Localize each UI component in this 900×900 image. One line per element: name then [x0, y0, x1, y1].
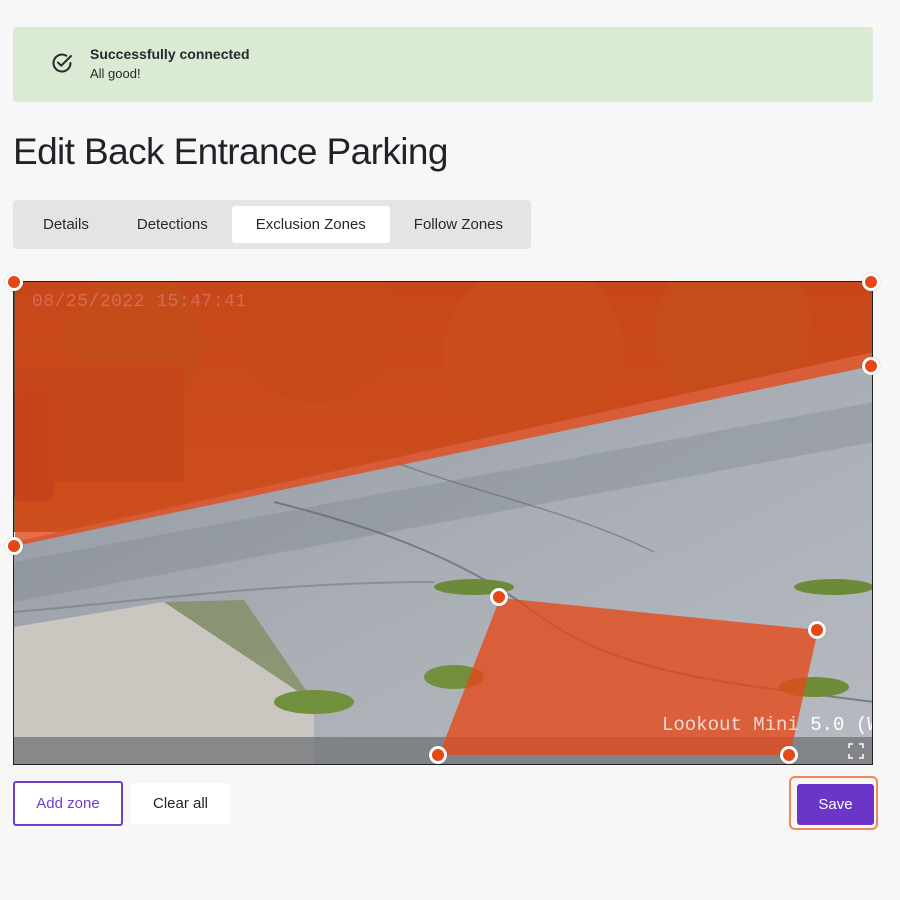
alert-texts: Successfully connected All good!	[90, 45, 250, 83]
zone-handle[interactable]	[5, 273, 23, 291]
zone-handle[interactable]	[429, 746, 447, 764]
zone-handle[interactable]	[808, 621, 826, 639]
camera-timestamp: 08/25/2022 15:47:41	[32, 292, 247, 312]
camera-snapshot	[14, 282, 872, 764]
zone-handle[interactable]	[490, 588, 508, 606]
tab-exclusion-zones[interactable]: Exclusion Zones	[231, 206, 390, 243]
alert-message: All good!	[90, 66, 141, 81]
tab-bar: Details Detections Exclusion Zones Follo…	[13, 200, 531, 249]
tab-details[interactable]: Details	[19, 206, 113, 243]
success-alert: Successfully connected All good!	[13, 27, 873, 102]
camera-model: Lookout Mini	[662, 714, 799, 736]
clear-all-button[interactable]: Clear all	[131, 783, 230, 824]
save-button-focus-ring: Save	[789, 776, 878, 830]
check-circle-icon	[52, 53, 72, 73]
add-zone-button[interactable]: Add zone	[13, 781, 123, 826]
zone-handle[interactable]	[780, 746, 798, 764]
save-button[interactable]: Save	[797, 784, 874, 825]
zone-handle[interactable]	[862, 357, 880, 375]
zone-handle[interactable]	[862, 273, 880, 291]
camera-label: Lookout Mini 5.0 (WH	[662, 714, 872, 736]
camera-version: 5.0 (WH	[810, 714, 872, 736]
tab-follow-zones[interactable]: Follow Zones	[390, 206, 527, 243]
tab-detections[interactable]: Detections	[113, 206, 232, 243]
page-title: Edit Back Entrance Parking	[13, 131, 448, 172]
alert-title: Successfully connected	[90, 46, 250, 62]
zone-editor[interactable]: 08/25/2022 15:47:41 Lookout Mini 5.0 (WH	[13, 281, 873, 765]
zone-handle[interactable]	[5, 537, 23, 555]
fullscreen-icon[interactable]	[848, 743, 864, 759]
